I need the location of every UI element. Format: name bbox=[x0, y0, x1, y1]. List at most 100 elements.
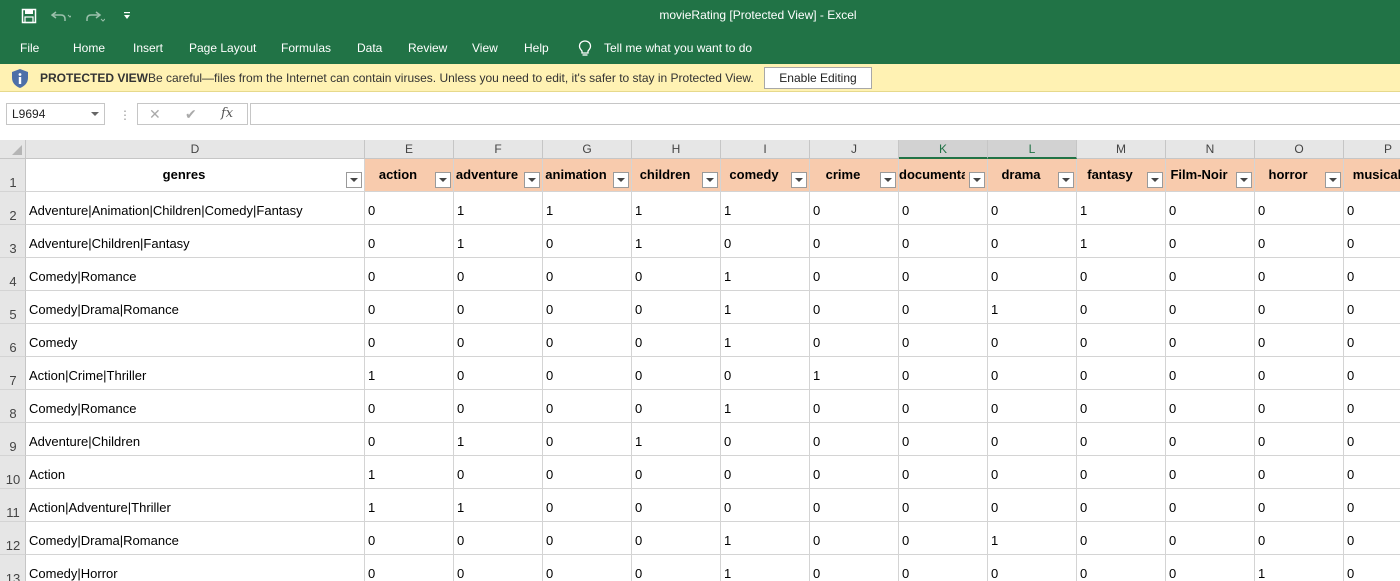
genre-flag-cell[interactable]: 0 bbox=[721, 456, 810, 489]
header-cell[interactable]: genres bbox=[26, 159, 365, 192]
genres-cell[interactable]: Comedy|Romance bbox=[26, 390, 365, 423]
genres-cell[interactable]: Adventure|Children|Fantasy bbox=[26, 225, 365, 258]
header-cell[interactable]: drama bbox=[988, 159, 1077, 192]
filter-dropdown-icon[interactable] bbox=[346, 172, 362, 188]
row-header[interactable]: 10 bbox=[0, 456, 26, 489]
genre-flag-cell[interactable]: 0 bbox=[810, 324, 899, 357]
genre-flag-cell[interactable]: 0 bbox=[543, 555, 632, 581]
genre-flag-cell[interactable]: 0 bbox=[454, 555, 543, 581]
tab-file[interactable]: File bbox=[20, 41, 39, 55]
chevron-down-icon[interactable] bbox=[91, 112, 99, 116]
genre-flag-cell[interactable]: 0 bbox=[899, 324, 988, 357]
header-cell[interactable]: fantasy bbox=[1077, 159, 1166, 192]
genre-flag-cell[interactable]: 0 bbox=[899, 291, 988, 324]
genre-flag-cell[interactable]: 1 bbox=[454, 192, 543, 225]
header-cell[interactable]: musical bbox=[1344, 159, 1400, 192]
genre-flag-cell[interactable]: 0 bbox=[988, 192, 1077, 225]
genre-flag-cell[interactable]: 1 bbox=[988, 291, 1077, 324]
header-cell[interactable]: Film-Noir bbox=[1166, 159, 1255, 192]
genre-flag-cell[interactable]: 0 bbox=[810, 522, 899, 555]
genre-flag-cell[interactable]: 0 bbox=[988, 489, 1077, 522]
cancel-icon[interactable]: ✕ bbox=[149, 106, 161, 123]
genre-flag-cell[interactable]: 0 bbox=[543, 390, 632, 423]
genre-flag-cell[interactable]: 0 bbox=[365, 258, 454, 291]
row-header[interactable]: 5 bbox=[0, 291, 26, 324]
genre-flag-cell[interactable]: 0 bbox=[1255, 456, 1344, 489]
enter-icon[interactable]: ✔ bbox=[185, 106, 197, 123]
tab-page-layout[interactable]: Page Layout bbox=[189, 41, 256, 55]
genre-flag-cell[interactable]: 1 bbox=[1077, 225, 1166, 258]
formula-input[interactable] bbox=[250, 103, 1400, 125]
genre-flag-cell[interactable]: 0 bbox=[988, 258, 1077, 291]
genre-flag-cell[interactable]: 0 bbox=[454, 390, 543, 423]
genre-flag-cell[interactable]: 0 bbox=[988, 456, 1077, 489]
genre-flag-cell[interactable]: 0 bbox=[543, 324, 632, 357]
genre-flag-cell[interactable]: 0 bbox=[454, 258, 543, 291]
header-cell[interactable]: action bbox=[365, 159, 454, 192]
filter-dropdown-icon[interactable] bbox=[1325, 172, 1341, 188]
filter-dropdown-icon[interactable] bbox=[1058, 172, 1074, 188]
insert-function-icon[interactable]: fx bbox=[221, 106, 233, 121]
genre-flag-cell[interactable]: 0 bbox=[1077, 291, 1166, 324]
genre-flag-cell[interactable]: 0 bbox=[1255, 192, 1344, 225]
row-header[interactable]: 2 bbox=[0, 192, 26, 225]
row-header[interactable]: 13 bbox=[0, 555, 26, 581]
genre-flag-cell[interactable]: 0 bbox=[1344, 423, 1400, 456]
genre-flag-cell[interactable]: 0 bbox=[365, 324, 454, 357]
genre-flag-cell[interactable]: 0 bbox=[454, 456, 543, 489]
column-header-p[interactable]: P bbox=[1344, 140, 1400, 159]
header-cell[interactable]: comedy bbox=[721, 159, 810, 192]
column-header-i[interactable]: I bbox=[721, 140, 810, 159]
genre-flag-cell[interactable]: 0 bbox=[1344, 291, 1400, 324]
genre-flag-cell[interactable]: 0 bbox=[632, 258, 721, 291]
genre-flag-cell[interactable]: 1 bbox=[454, 489, 543, 522]
genre-flag-cell[interactable]: 0 bbox=[721, 423, 810, 456]
genre-flag-cell[interactable]: 0 bbox=[988, 357, 1077, 390]
genres-cell[interactable]: Adventure|Children bbox=[26, 423, 365, 456]
genre-flag-cell[interactable]: 0 bbox=[365, 225, 454, 258]
genre-flag-cell[interactable]: 1 bbox=[454, 225, 543, 258]
genre-flag-cell[interactable]: 0 bbox=[810, 192, 899, 225]
genre-flag-cell[interactable]: 0 bbox=[365, 291, 454, 324]
genre-flag-cell[interactable]: 0 bbox=[1344, 456, 1400, 489]
genre-flag-cell[interactable]: 0 bbox=[899, 522, 988, 555]
genre-flag-cell[interactable]: 0 bbox=[810, 489, 899, 522]
genre-flag-cell[interactable]: 1 bbox=[721, 522, 810, 555]
genre-flag-cell[interactable]: 1 bbox=[365, 456, 454, 489]
genre-flag-cell[interactable]: 0 bbox=[1344, 324, 1400, 357]
genre-flag-cell[interactable]: 1 bbox=[543, 192, 632, 225]
genre-flag-cell[interactable]: 1 bbox=[365, 357, 454, 390]
genre-flag-cell[interactable]: 0 bbox=[1255, 390, 1344, 423]
genre-flag-cell[interactable]: 1 bbox=[810, 357, 899, 390]
column-header-d[interactable]: D bbox=[26, 140, 365, 159]
genre-flag-cell[interactable]: 0 bbox=[1077, 357, 1166, 390]
genre-flag-cell[interactable]: 1 bbox=[721, 291, 810, 324]
genre-flag-cell[interactable]: 0 bbox=[810, 225, 899, 258]
genre-flag-cell[interactable]: 0 bbox=[1255, 357, 1344, 390]
genres-cell[interactable]: Comedy|Drama|Romance bbox=[26, 522, 365, 555]
tell-me-search[interactable]: Tell me what you want to do bbox=[604, 41, 752, 55]
genre-flag-cell[interactable]: 0 bbox=[543, 522, 632, 555]
genre-flag-cell[interactable]: 0 bbox=[454, 291, 543, 324]
genre-flag-cell[interactable]: 0 bbox=[1166, 489, 1255, 522]
genres-cell[interactable]: Comedy bbox=[26, 324, 365, 357]
genre-flag-cell[interactable]: 1 bbox=[632, 225, 721, 258]
genre-flag-cell[interactable]: 1 bbox=[721, 324, 810, 357]
header-cell[interactable]: children bbox=[632, 159, 721, 192]
column-header-k[interactable]: K bbox=[899, 140, 988, 159]
column-header-m[interactable]: M bbox=[1077, 140, 1166, 159]
tab-review[interactable]: Review bbox=[408, 41, 447, 55]
genre-flag-cell[interactable]: 0 bbox=[543, 357, 632, 390]
genres-cell[interactable]: Action|Adventure|Thriller bbox=[26, 489, 365, 522]
genre-flag-cell[interactable]: 0 bbox=[1344, 357, 1400, 390]
row-header[interactable]: 9 bbox=[0, 423, 26, 456]
genre-flag-cell[interactable]: 0 bbox=[899, 258, 988, 291]
genre-flag-cell[interactable]: 0 bbox=[632, 324, 721, 357]
genre-flag-cell[interactable]: 0 bbox=[632, 390, 721, 423]
genre-flag-cell[interactable]: 0 bbox=[988, 225, 1077, 258]
header-cell[interactable]: animation bbox=[543, 159, 632, 192]
genre-flag-cell[interactable]: 0 bbox=[365, 423, 454, 456]
genre-flag-cell[interactable]: 0 bbox=[454, 522, 543, 555]
genre-flag-cell[interactable]: 0 bbox=[543, 423, 632, 456]
genre-flag-cell[interactable]: 0 bbox=[810, 555, 899, 581]
